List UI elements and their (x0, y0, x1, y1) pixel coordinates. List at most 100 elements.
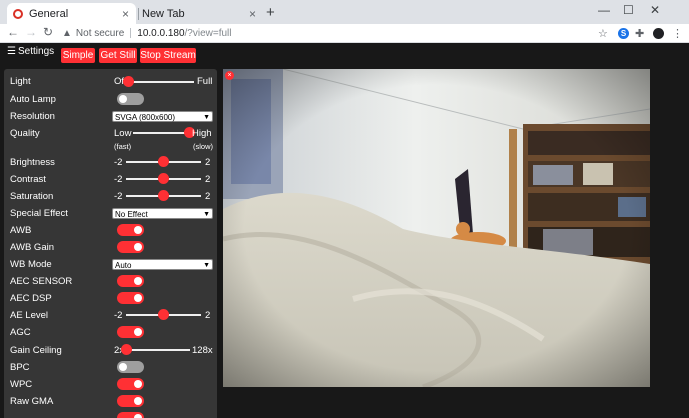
ae-level-max-label: 2 (205, 310, 211, 321)
reload-icon[interactable]: ↻ (43, 25, 53, 39)
light-slider-track[interactable] (128, 81, 194, 83)
raw-gma-toggle[interactable] (117, 395, 144, 407)
puzzle-icon[interactable]: ✚ (635, 27, 644, 40)
brightness-max-label: 2 (205, 157, 211, 168)
resolution-label: Resolution (10, 111, 55, 122)
brightness-slider-thumb[interactable] (158, 156, 169, 167)
chevron-down-icon: ▼ (203, 114, 210, 121)
tab-general[interactable]: General × (7, 3, 136, 24)
gain-ceiling-slider-thumb[interactable] (120, 344, 132, 355)
address-bar[interactable]: ▲ Not secure 10.0.0.180 /?view=full (62, 25, 612, 41)
auto-lamp-toggle[interactable] (117, 93, 144, 105)
warning-icon: ▲ (62, 27, 72, 39)
saturation-max-label: 2 (205, 191, 211, 202)
gain-ceiling-slider-track[interactable] (126, 349, 190, 351)
special-effect-value: No Effect (115, 210, 148, 219)
agc-label: AGC (10, 327, 31, 338)
contrast-min-label: -2 (114, 174, 123, 185)
toggle-knob (134, 226, 142, 234)
resolution-select[interactable]: SVGA (800x600) ▼ (112, 111, 213, 122)
ae-level-slider-thumb[interactable] (158, 309, 169, 320)
toggle-knob (119, 95, 127, 103)
brightness-min-label: -2 (114, 157, 123, 168)
toggle-knob (134, 414, 142, 418)
maximize-icon[interactable]: ☐ (623, 3, 634, 17)
toggle-knob (134, 380, 142, 388)
light-label: Light (10, 76, 31, 87)
light-slider-thumb[interactable] (122, 76, 134, 87)
toggle-knob (134, 328, 142, 336)
special-effect-select[interactable]: No Effect ▼ (112, 208, 213, 219)
tab-label: General (29, 7, 69, 20)
new-tab-icon[interactable]: + (266, 4, 275, 21)
simple-button[interactable]: Simple (61, 48, 95, 63)
gain-ceiling-label: Gain Ceiling (10, 345, 62, 356)
contrast-label: Contrast (10, 174, 46, 185)
close-stream-icon[interactable]: × (225, 71, 234, 80)
close-tab-icon[interactable]: × (122, 7, 129, 21)
extension-icon[interactable]: S (618, 28, 629, 39)
saturation-slider-thumb[interactable] (158, 190, 169, 201)
resolution-value: SVGA (800x600) (115, 113, 176, 122)
tab-new-tab[interactable]: New Tab × (139, 3, 263, 24)
auto-lamp-label: Auto Lamp (10, 94, 56, 105)
minimize-icon[interactable]: — (598, 3, 610, 17)
toggle-knob (134, 294, 142, 302)
stream-frame (223, 69, 650, 387)
toggle-knob (134, 243, 142, 251)
back-icon[interactable]: ← (7, 25, 19, 39)
quality-min-label: Low (114, 128, 132, 139)
close-window-icon[interactable]: ✕ (650, 3, 660, 17)
settings-title: Settings (18, 46, 55, 57)
wb-mode-value: Auto (115, 261, 132, 270)
favicon-icon (13, 8, 23, 19)
wpc-toggle[interactable] (117, 378, 144, 390)
get-still-button[interactable]: Get Still (99, 48, 137, 63)
forward-icon[interactable]: → (25, 25, 37, 39)
contrast-slider-thumb[interactable] (158, 173, 169, 184)
raw-gma-label: Raw GMA (10, 396, 54, 407)
chevron-down-icon: ▼ (203, 262, 210, 269)
saturation-min-label: -2 (114, 191, 123, 202)
close-tab-icon[interactable]: × (249, 7, 256, 21)
browser-toolbar: ← → ↻ ▲ Not secure 10.0.0.180 /?view=ful… (0, 24, 689, 43)
awb-label: AWB (10, 225, 32, 236)
bpc-toggle[interactable] (117, 361, 144, 373)
awb-toggle[interactable] (117, 224, 144, 236)
toggle-knob (134, 277, 142, 285)
wpc-label: WPC (10, 379, 33, 390)
security-status: Not secure (75, 27, 125, 39)
toggle-knob (119, 363, 127, 371)
quality-slider-track[interactable] (133, 132, 189, 134)
camera-stream-image (223, 69, 650, 387)
brightness-label: Brightness (10, 157, 55, 168)
divider (130, 28, 132, 38)
aec-dsp-label: AEC DSP (10, 293, 52, 304)
quality-max-hint: (slow) (193, 142, 213, 151)
special-effect-label: Special Effect (10, 208, 68, 219)
profile-icon[interactable] (653, 28, 664, 39)
wb-mode-label: WB Mode (10, 259, 52, 270)
tab-strip: General × New Tab × + — ☐ ✕ (0, 0, 689, 24)
chevron-down-icon: ▼ (203, 211, 210, 218)
stop-stream-button[interactable]: Stop Stream (140, 48, 196, 63)
aec-sensor-label: AEC SENSOR (10, 276, 73, 287)
star-icon[interactable]: ☆ (598, 27, 608, 40)
contrast-max-label: 2 (205, 174, 211, 185)
light-max-label: Full (197, 76, 213, 87)
url-host: 10.0.0.180 (137, 27, 185, 39)
wb-mode-select[interactable]: Auto ▼ (112, 259, 213, 270)
url-path: /?view=full (184, 27, 232, 39)
saturation-label: Saturation (10, 191, 54, 202)
hamburger-icon[interactable]: ☰ (7, 46, 16, 57)
next-setting-toggle[interactable] (117, 412, 144, 418)
menu-icon[interactable]: ⋮ (672, 27, 683, 40)
bpc-label: BPC (10, 362, 30, 373)
agc-toggle[interactable] (117, 326, 144, 338)
aec-sensor-toggle[interactable] (117, 275, 144, 287)
ae-level-label: AE Level (10, 310, 49, 321)
awb-gain-toggle[interactable] (117, 241, 144, 253)
quality-label: Quality (10, 128, 40, 139)
quality-max-label: High (192, 128, 212, 139)
aec-dsp-toggle[interactable] (117, 292, 144, 304)
